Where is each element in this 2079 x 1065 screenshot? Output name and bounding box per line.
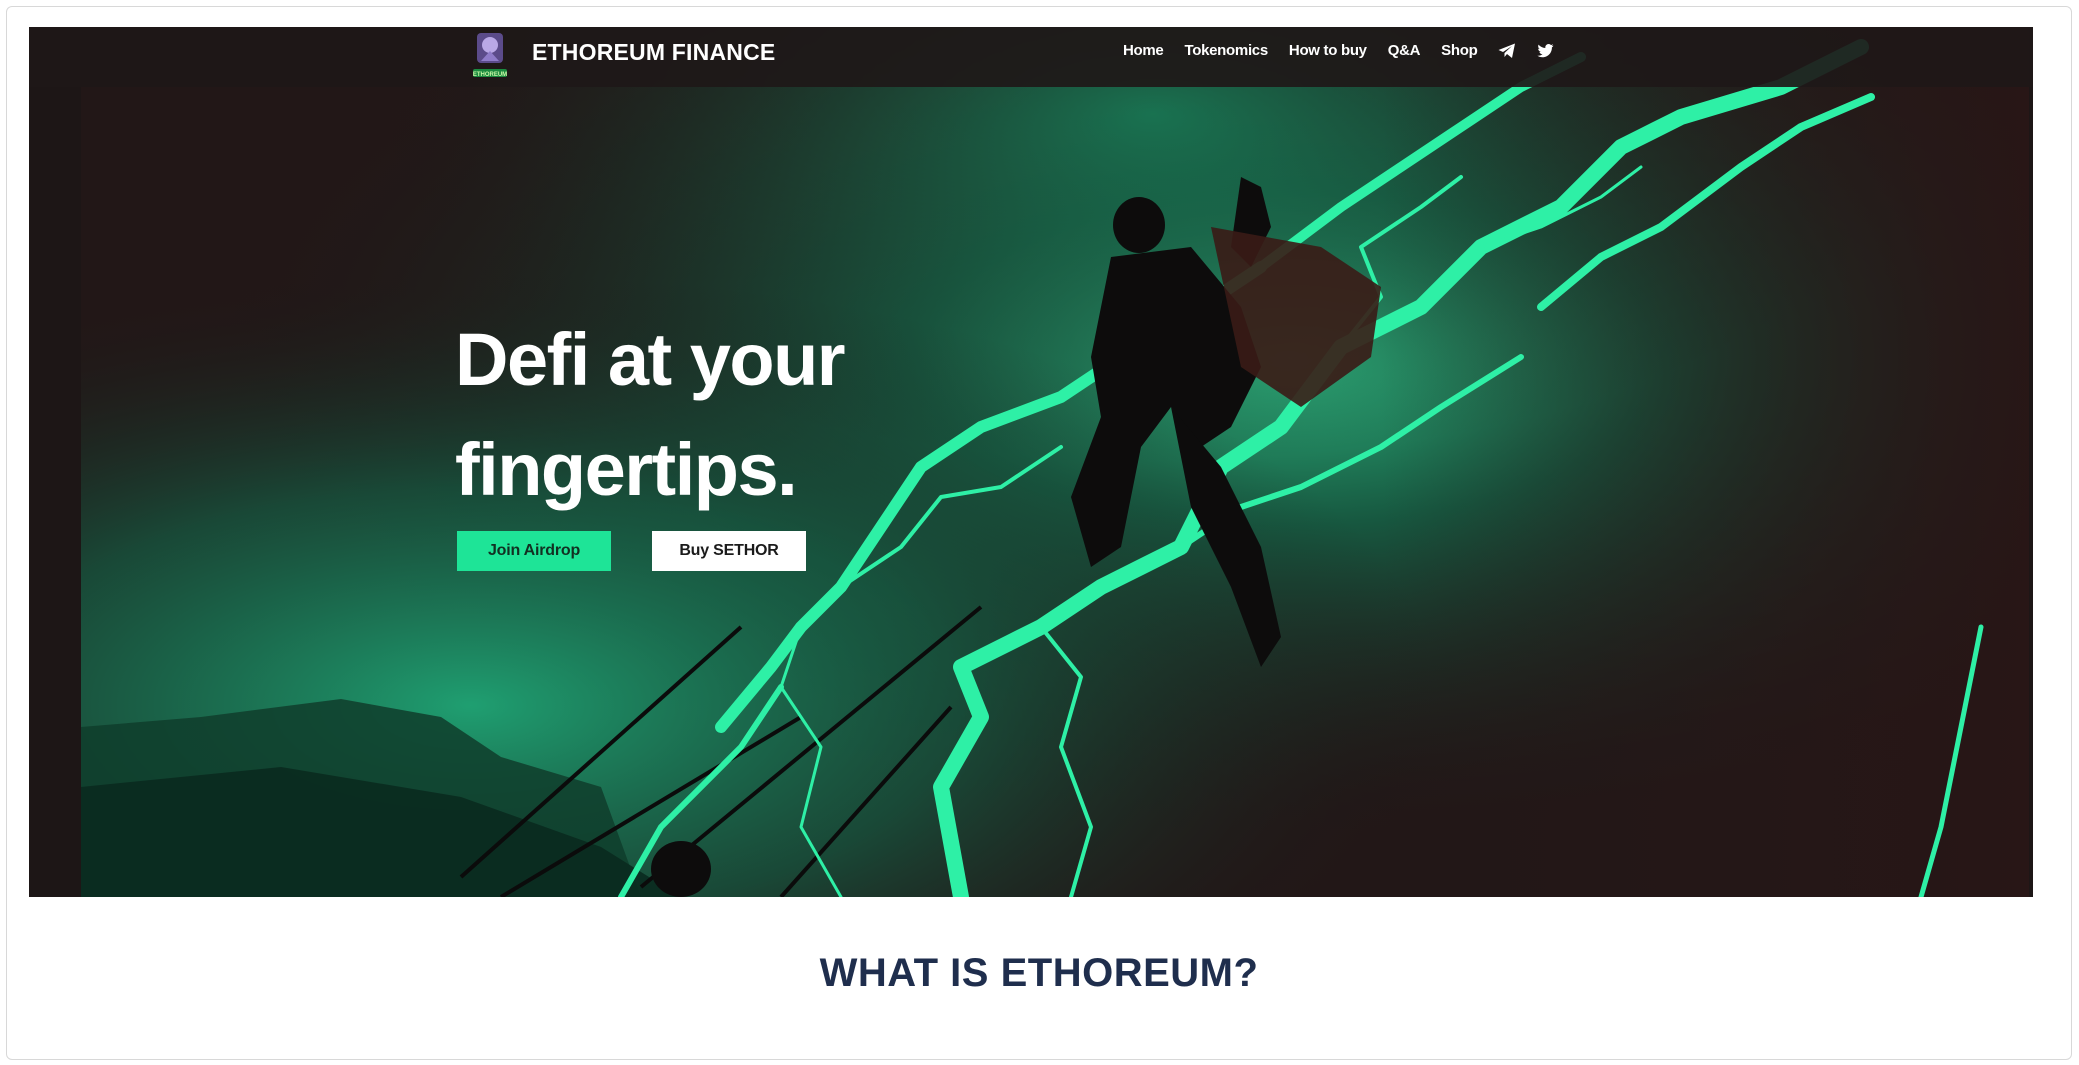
- nav-qa[interactable]: Q&A: [1388, 42, 1421, 59]
- nav-tokenomics[interactable]: Tokenomics: [1184, 42, 1268, 59]
- headline-line-1: Defi at your: [455, 318, 846, 401]
- nav-how-to-buy[interactable]: How to buy: [1289, 42, 1367, 59]
- headline-line-2: fingertips.: [455, 428, 798, 511]
- brand-name[interactable]: ETHOREUM FINANCE: [532, 39, 775, 66]
- nav-shop[interactable]: Shop: [1441, 42, 1478, 59]
- ethoreum-logo[interactable]: ETHOREUM: [467, 31, 513, 81]
- join-airdrop-button[interactable]: Join Airdrop: [457, 531, 611, 571]
- nav-home[interactable]: Home: [1123, 42, 1164, 59]
- main-nav: Home Tokenomics How to buy Q&A Shop: [1123, 42, 1554, 59]
- buy-sethor-button[interactable]: Buy SETHOR: [652, 531, 806, 571]
- telegram-icon[interactable]: [1498, 43, 1516, 59]
- hero-illustration: [81, 27, 2029, 897]
- hero-section: ETHOREUM ETHOREUM FINANCE Home Tokenomic…: [29, 27, 2033, 897]
- browser-page: ETHOREUM ETHOREUM FINANCE Home Tokenomic…: [6, 6, 2072, 1060]
- what-is-ethoreum-heading: WHAT IS ETHOREUM?: [819, 951, 1259, 995]
- hero-headline: Defi at your fingertips.: [455, 305, 846, 525]
- top-navigation-bar: ETHOREUM ETHOREUM FINANCE Home Tokenomic…: [29, 27, 2033, 87]
- twitter-icon[interactable]: [1537, 43, 1554, 58]
- logo-caption: ETHOREUM: [473, 72, 507, 78]
